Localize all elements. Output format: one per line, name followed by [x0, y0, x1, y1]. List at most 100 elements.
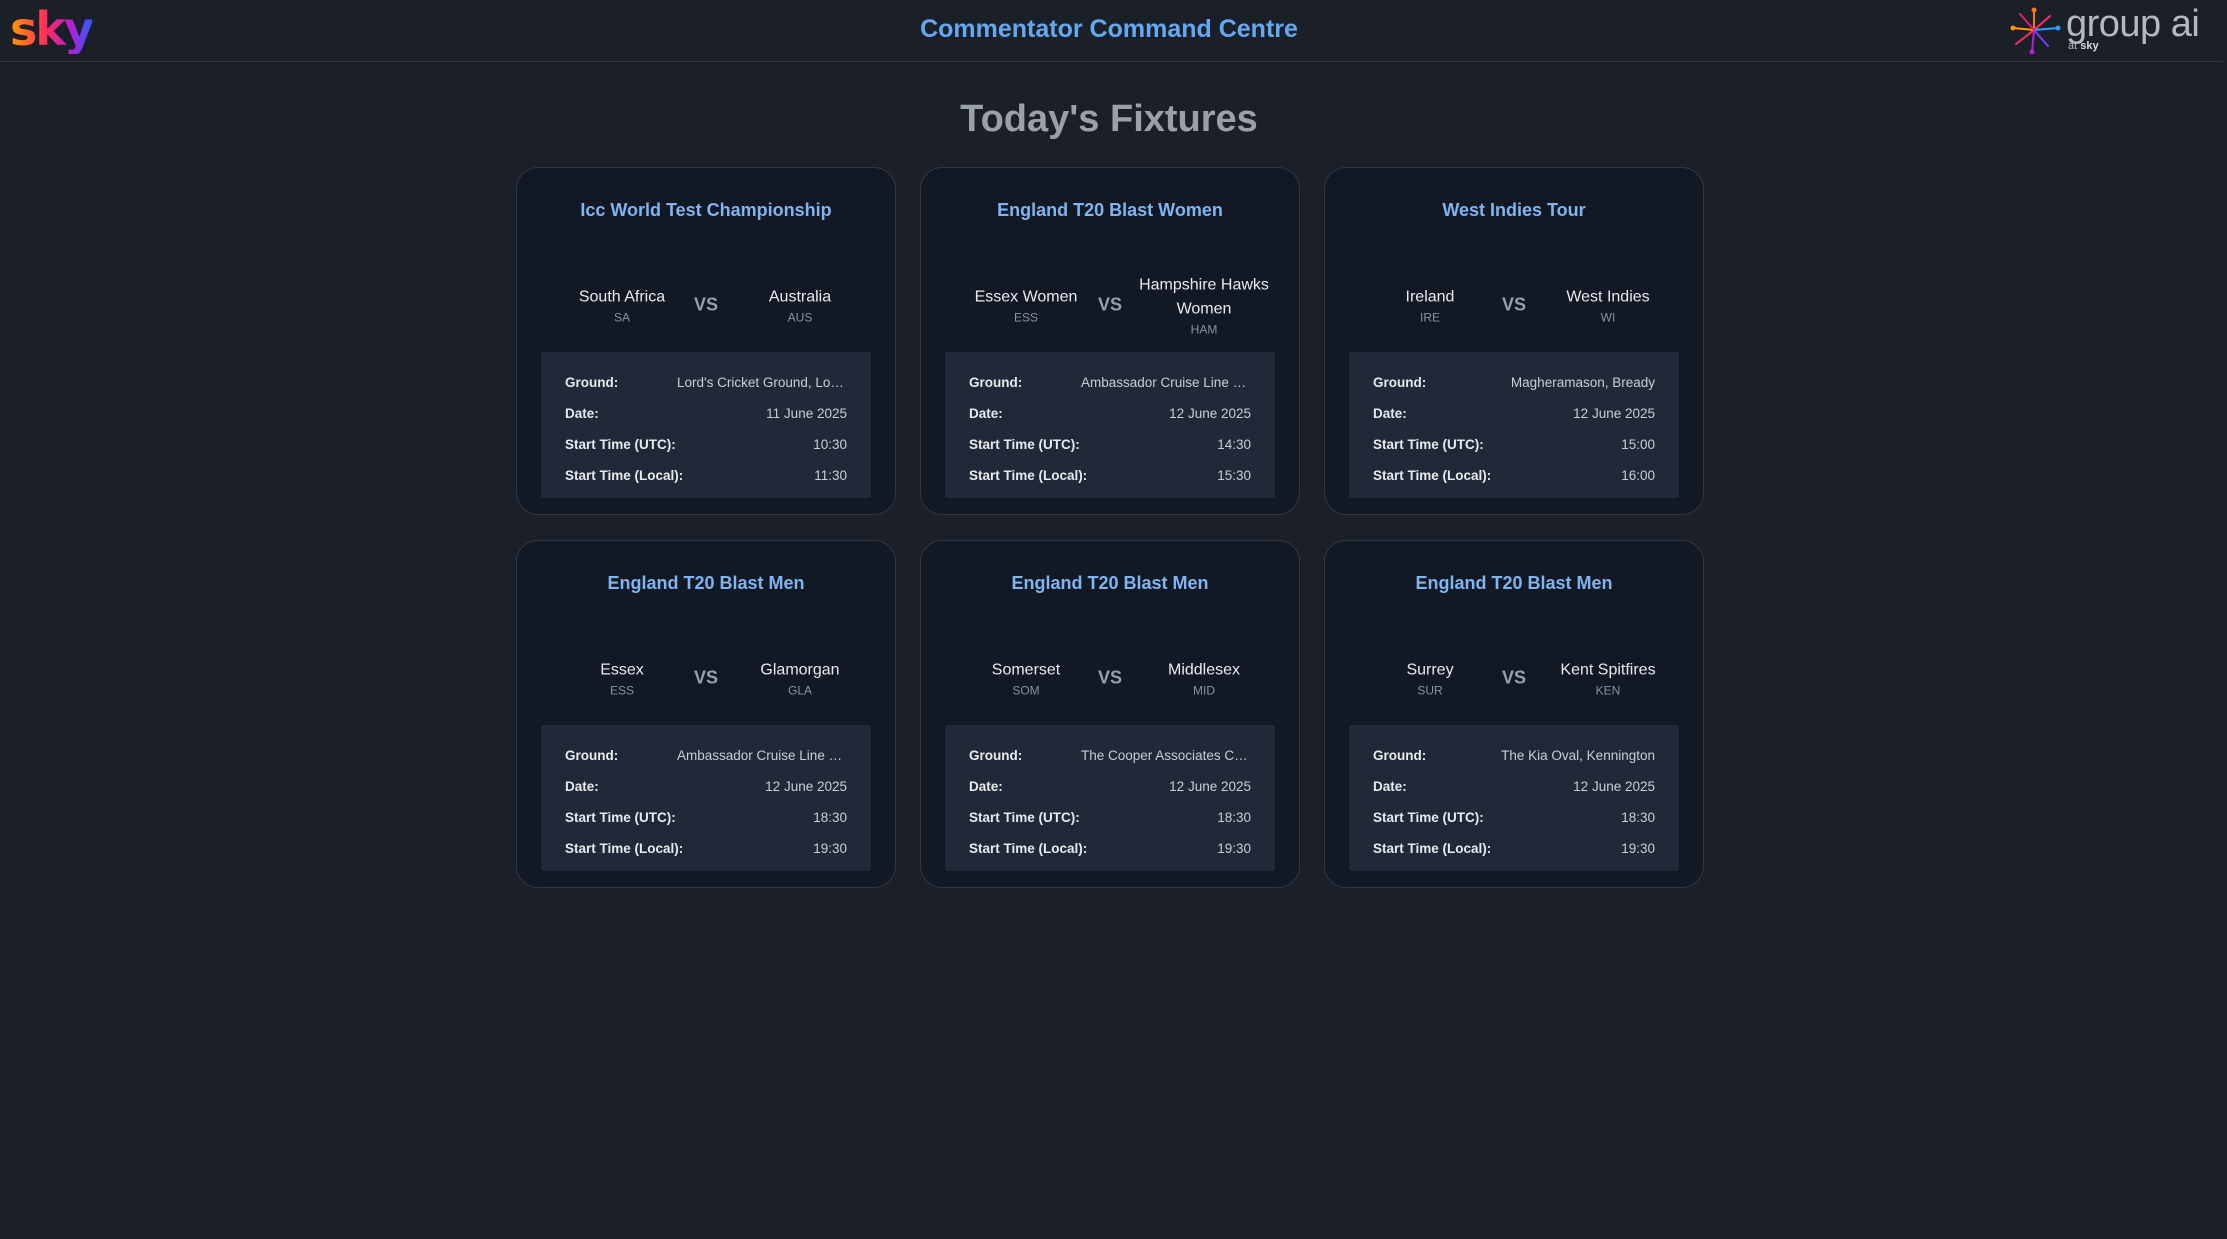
date-label: Date: — [969, 406, 1003, 421]
start-utc-label: Start Time (UTC): — [969, 437, 1080, 452]
fixtures-grid: Icc World Test Championship South Africa S… — [516, 167, 1704, 888]
ground-row: Ground: Ambassador Cruise Line Ground — [969, 367, 1251, 398]
date-value: 12 June 2025 — [765, 779, 847, 794]
away-team: Hampshire Hawks Women HAM — [1139, 274, 1269, 337]
start-utc-label: Start Time (UTC): — [1373, 810, 1484, 825]
start-utc-value: 18:30 — [1621, 810, 1655, 825]
competition-title: England T20 Blast Men — [607, 573, 805, 593]
ground-value: Ambassador Cruise Line Ground — [677, 748, 847, 763]
ground-value: The Cooper Associates County Ground — [1081, 748, 1251, 763]
vs-label: VS — [1097, 667, 1122, 688]
start-local-label: Start Time (Local): — [1373, 468, 1492, 483]
page-title: Today's Fixtures — [960, 98, 1258, 140]
ground-row: Ground: Ambassador Cruise Line Ground — [565, 740, 847, 771]
home-team-abbr: IRE — [1419, 310, 1440, 325]
away-team-abbr: WI — [1600, 310, 1616, 325]
date-row: Date: 12 June 2025 — [969, 771, 1251, 802]
start-local-value: 11:30 — [814, 468, 847, 483]
start-utc-row: Start Time (UTC): 18:30 — [565, 802, 847, 833]
start-utc-value: 18:30 — [813, 810, 847, 825]
away-team: Kent Spitfires KEN — [1543, 659, 1673, 698]
competition-title: Icc World Test Championship — [580, 200, 832, 220]
away-team-name: Kent Spitfires — [1560, 661, 1656, 679]
date-value: 12 June 2025 — [1573, 406, 1655, 421]
home-team-name: Ireland — [1405, 288, 1455, 306]
start-local-label: Start Time (Local): — [969, 841, 1088, 856]
away-team-name: Australia — [768, 288, 832, 306]
start-utc-value: 10:30 — [813, 437, 847, 452]
teams-row: Essex ESS VS Glamorgan GLA — [517, 643, 895, 713]
fixture-card[interactable]: Icc World Test Championship South Africa S… — [516, 167, 896, 515]
competition-title: West Indies Tour — [1442, 200, 1586, 220]
start-utc-label: Start Time (UTC): — [565, 437, 676, 452]
date-row: Date: 12 June 2025 — [565, 771, 847, 802]
vs-label: VS — [1501, 667, 1526, 688]
fixture-card[interactable]: England T20 Blast Women Essex Women ESS VS H… — [920, 167, 1300, 515]
home-team-abbr: SOM — [1012, 683, 1040, 698]
start-local-row: Start Time (Local): 16:00 — [1373, 460, 1655, 491]
start-utc-label: Start Time (UTC): — [1373, 437, 1484, 452]
ground-label: Ground: — [969, 748, 1023, 763]
date-row: Date: 11 June 2025 — [565, 398, 847, 429]
group-ai-at-sky: at sky — [2068, 40, 2099, 52]
teams-row: Ireland IRE VS West Indies WI — [1325, 270, 1703, 340]
home-team-abbr: SA — [613, 310, 630, 325]
ground-label: Ground: — [1373, 748, 1427, 763]
fixture-details: Ground: Ambassador Cruise Line Ground Date… — [945, 352, 1275, 498]
date-label: Date: — [565, 779, 599, 794]
away-team-abbr: GLA — [787, 683, 812, 698]
start-utc-row: Start Time (UTC): 14:30 — [969, 429, 1251, 460]
fixture-card[interactable]: England T20 Blast Men Surrey SUR VS Kent Spi… — [1324, 540, 1704, 888]
start-utc-row: Start Time (UTC): 10:30 — [565, 429, 847, 460]
ground-value: The Kia Oval, Kennington — [1501, 748, 1655, 763]
fixture-details: Ground: Magheramason, Bready Date: 12 June … — [1349, 352, 1679, 498]
teams-row: Somerset SOM VS Middlesex MID — [921, 643, 1299, 713]
start-local-value: 19:30 — [1621, 841, 1655, 856]
start-local-label: Start Time (Local): — [565, 841, 684, 856]
away-team-abbr: KEN — [1595, 683, 1621, 698]
away-team-name: West Indies — [1566, 288, 1650, 306]
competition-title: England T20 Blast Men — [1415, 573, 1613, 593]
home-team: Surrey SUR — [1365, 659, 1495, 698]
home-team-abbr: SUR — [1417, 683, 1443, 698]
date-row: Date: 12 June 2025 — [969, 398, 1251, 429]
app-title: Commentator Command Centre — [920, 15, 1298, 43]
start-local-label: Start Time (Local): — [1373, 841, 1492, 856]
start-local-row: Start Time (Local): 19:30 — [969, 833, 1251, 864]
start-utc-label: Start Time (UTC): — [969, 810, 1080, 825]
date-label: Date: — [1373, 779, 1407, 794]
home-team-abbr: ESS — [609, 683, 634, 698]
fixture-card[interactable]: West Indies Tour Ireland IRE VS West Indies W… — [1324, 167, 1704, 515]
start-local-row: Start Time (Local): 11:30 — [565, 460, 847, 491]
fixture-details: Ground: The Cooper Associates County Grou… — [945, 725, 1275, 871]
teams-row: Surrey SUR VS Kent Spitfires KEN — [1325, 643, 1703, 713]
start-local-label: Start Time (Local): — [565, 468, 684, 483]
ground-label: Ground: — [565, 748, 619, 763]
date-label: Date: — [565, 406, 599, 421]
scrollbar[interactable] — [2223, 0, 2227, 1239]
competition-title: England T20 Blast Men — [1011, 573, 1209, 593]
start-utc-value: 15:00 — [1621, 437, 1655, 452]
ground-row: Ground: The Kia Oval, Kennington — [1373, 740, 1655, 771]
home-team: Ireland IRE — [1365, 286, 1495, 325]
date-row: Date: 12 June 2025 — [1373, 771, 1655, 802]
away-team-name: Hampshire Hawks Women — [1139, 276, 1269, 318]
start-local-row: Start Time (Local): 19:30 — [1373, 833, 1655, 864]
start-utc-row: Start Time (UTC): 18:30 — [969, 802, 1251, 833]
competition-title: England T20 Blast Women — [997, 200, 1223, 220]
away-team-abbr: AUS — [787, 310, 813, 325]
home-team-name: South Africa — [578, 288, 666, 306]
start-utc-row: Start Time (UTC): 15:00 — [1373, 429, 1655, 460]
ground-row: Ground: Magheramason, Bready — [1373, 367, 1655, 398]
start-local-label: Start Time (Local): — [969, 468, 1088, 483]
home-team: Somerset SOM — [961, 659, 1091, 698]
away-team-name: Glamorgan — [760, 661, 840, 679]
date-value: 12 June 2025 — [1169, 779, 1251, 794]
teams-row: South Africa SA VS Australia AUS — [517, 270, 895, 340]
home-team: Essex Women ESS — [961, 286, 1091, 325]
vs-label: VS — [1097, 294, 1122, 315]
home-team-name: Somerset — [991, 661, 1061, 679]
fixture-card[interactable]: England T20 Blast Men Essex ESS VS Glamorgan… — [516, 540, 896, 888]
fixture-card[interactable]: England T20 Blast Men Somerset SOM VS Middle… — [920, 540, 1300, 888]
away-team: Middlesex MID — [1139, 659, 1269, 698]
